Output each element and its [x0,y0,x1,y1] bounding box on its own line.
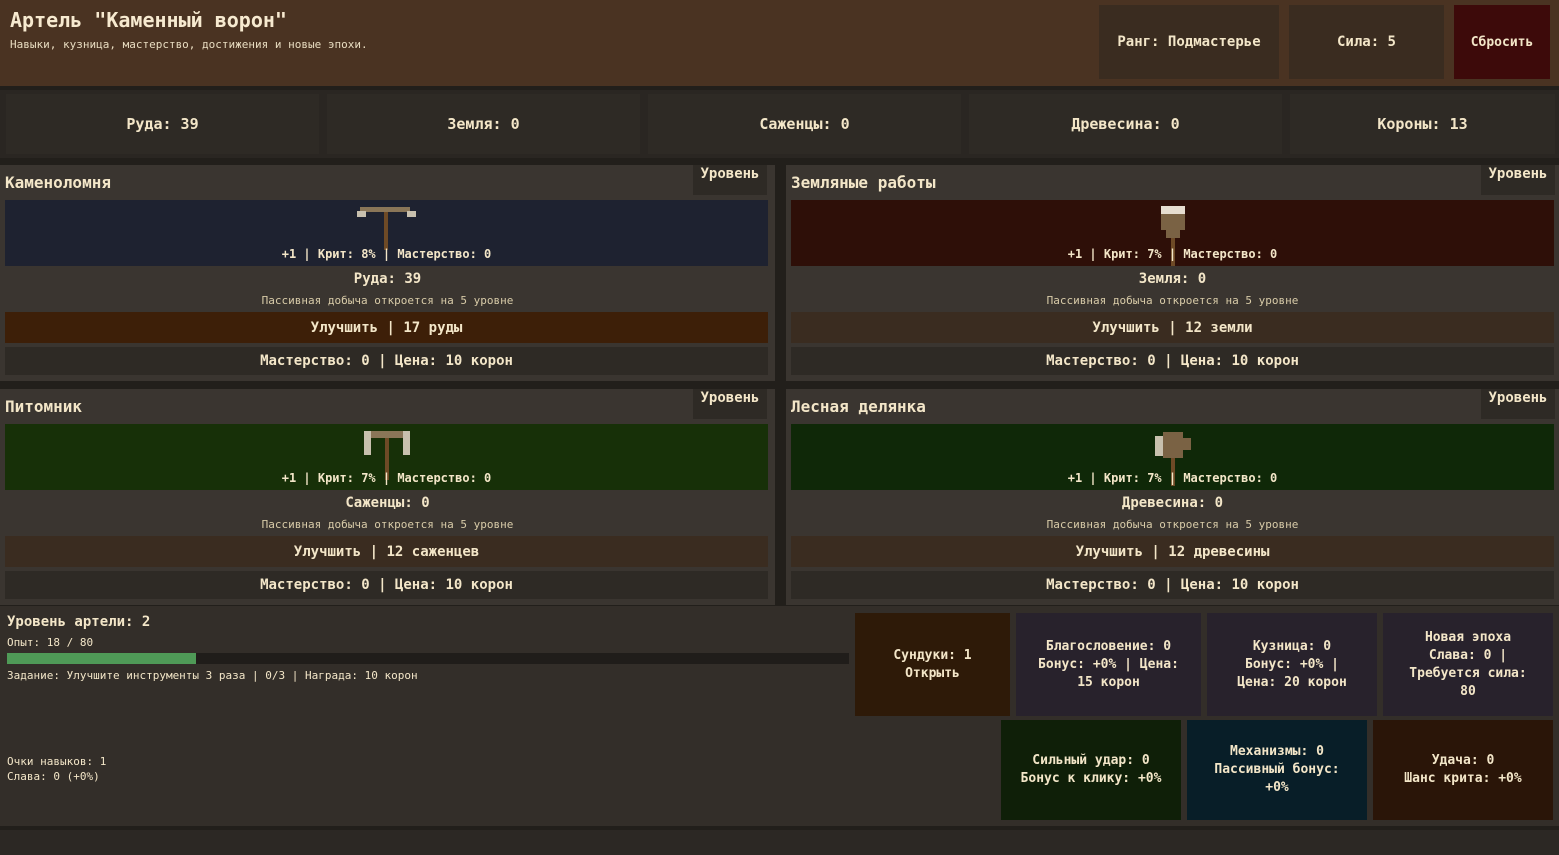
forge-bonus: Бонус: +0% | [1245,656,1339,672]
strong-hit-bonus: Бонус к клику: +0% [1020,771,1162,786]
panel-earthworks: Земляные работы Уровень +1 | Крит: 7% | … [786,165,1559,381]
strong-hit-title: Сильный удар: 0 [1032,753,1150,768]
resource-ore: Руда: 39 [6,94,319,154]
new-era-fame: Слава: 0 | [1428,647,1508,663]
luck-button[interactable]: Удача: 0 Шанс крита: +0% [1373,720,1553,820]
forge-price: Цена: 20 корон [1237,674,1347,690]
panel-title: Каменоломня [5,173,111,192]
blessing-title: Благословение: 0 [1045,638,1172,654]
resource-bar: Руда: 39 Земля: 0 Саженцы: 0 Древесина: … [0,90,1559,158]
chests-open-label: Открыть [905,665,960,681]
level-tab[interactable]: Уровень [693,165,767,195]
level-tab[interactable]: Уровень [1481,389,1555,419]
strong-hit-button[interactable]: Сильный удар: 0 Бонус к клику: +0% [1001,720,1181,820]
passive-info: Пассивная добыча откроется на 5 уровне [261,294,514,307]
new-era-title: Новая эпоха [1424,629,1512,645]
footer [0,830,1559,855]
panel-nursery: Питомник Уровень +1 | Крит: 7% | Мастерс… [0,389,775,605]
resource-amount: Руда: 39 [353,271,422,287]
panel-title: Земляные работы [791,173,936,192]
tool-stats: +1 | Крит: 8% | Мастерство: 0 [281,247,492,261]
new-era-button[interactable]: Новая эпоха Слава: 0 | Требуется сила: 8… [1383,613,1553,716]
exp-label: Опыт: 18 / 80 [7,636,94,649]
upgrade-button[interactable]: Улучшить | 12 древесины [791,536,1554,567]
level-tab[interactable]: Уровень [1481,165,1555,195]
blessing-button[interactable]: Благословение: 0 Бонус: +0% | Цена: 15 к… [1016,613,1201,716]
page-title: Артель "Каменный ворон" [10,8,287,32]
guild-level: Уровень артели: 2 [7,614,151,630]
task-text: Задание: Улучшите инструменты 3 раза | 0… [7,669,418,682]
luck-title: Удача: 0 [1431,753,1495,768]
resource-saplings: Саженцы: 0 [648,94,961,154]
mastery-button[interactable]: Мастерство: 0 | Цена: 10 корон [791,347,1554,375]
mechanisms-bonus-value: +0% [1265,780,1289,795]
resource-amount: Земля: 0 [1138,271,1207,287]
upgrade-button[interactable]: Улучшить | 12 земли [791,312,1554,343]
tool-click-area[interactable]: +1 | Крит: 8% | Мастерство: 0 [5,200,768,266]
pickaxe-icon [356,207,416,250]
passive-info: Пассивная добыча откроется на 5 уровне [1046,294,1299,307]
upgrade-button[interactable]: Улучшить | 17 руды [5,312,768,343]
tool-click-area[interactable]: +1 | Крит: 7% | Мастерство: 0 [791,424,1554,490]
chests-count: Сундуки: 1 [893,647,972,663]
chests-button[interactable]: Сундуки: 1 Открыть [855,613,1010,716]
resource-amount: Саженцы: 0 [345,495,430,511]
panel-forest: Лесная делянка Уровень +1 | Крит: 7% | М… [786,389,1559,605]
tool-stats: +1 | Крит: 7% | Мастерство: 0 [1067,471,1278,485]
luck-crit: Шанс крита: +0% [1404,771,1522,786]
page-subtitle: Навыки, кузница, мастерство, достижения … [10,38,368,51]
exp-progress-bar [7,653,849,664]
fame-text: Слава: 0 (+0%) [7,770,100,783]
mastery-button[interactable]: Мастерство: 0 | Цена: 10 корон [5,571,768,599]
panel-title: Лесная делянка [791,397,926,416]
mechanisms-title: Механизмы: 0 [1230,744,1324,759]
mechanisms-bonus-label: Пассивный бонус: [1214,762,1340,777]
reset-button[interactable]: Сбросить [1454,5,1550,79]
passive-info: Пассивная добыча откроется на 5 уровне [261,518,514,531]
resource-crowns: Короны: 13 [1290,94,1555,154]
exp-progress-fill [7,653,197,664]
passive-info: Пассивная добыча откроется на 5 уровне [1046,518,1299,531]
mechanisms-button[interactable]: Механизмы: 0 Пассивный бонус: +0% [1187,720,1367,820]
power-badge: Сила: 5 [1289,5,1444,79]
forge-button[interactable]: Кузница: 0 Бонус: +0% | Цена: 20 корон [1207,613,1377,716]
resource-amount: Древесина: 0 [1121,495,1224,511]
panel-quarry: Каменоломня Уровень +1 | Крит: 8% | Маст… [0,165,775,381]
forge-title: Кузница: 0 [1252,638,1332,654]
tool-click-area[interactable]: +1 | Крит: 7% | Мастерство: 0 [5,424,768,490]
new-era-required-power: 80 [1460,683,1476,699]
tool-stats: +1 | Крит: 7% | Мастерство: 0 [281,471,492,485]
new-era-requirement: Требуется сила: [1409,665,1527,681]
blessing-price: 15 корон [1077,674,1140,690]
resource-earth: Земля: 0 [327,94,640,154]
tool-stats: +1 | Крит: 7% | Мастерство: 0 [1067,247,1278,261]
rank-badge: Ранг: Подмастерье [1099,5,1279,79]
level-tab[interactable]: Уровень [693,389,767,419]
header: Артель "Каменный ворон" Навыки, кузница,… [0,0,1559,86]
resource-wood: Древесина: 0 [969,94,1282,154]
skill-points: Очки навыков: 1 [7,755,107,768]
upgrade-button[interactable]: Улучшить | 12 саженцев [5,536,768,567]
mastery-button[interactable]: Мастерство: 0 | Цена: 10 корон [791,571,1554,599]
mastery-button[interactable]: Мастерство: 0 | Цена: 10 корон [5,347,768,375]
panel-title: Питомник [5,397,83,416]
blessing-bonus: Бонус: +0% | Цена: [1038,656,1179,672]
tool-click-area[interactable]: +1 | Крит: 7% | Мастерство: 0 [791,200,1554,266]
